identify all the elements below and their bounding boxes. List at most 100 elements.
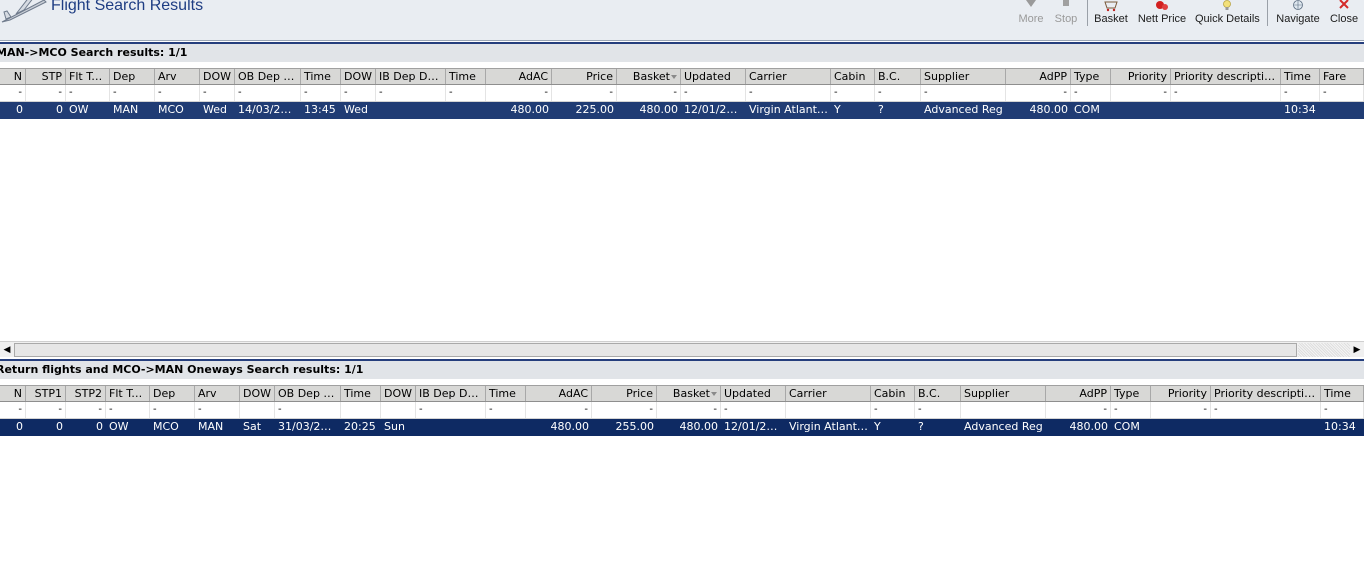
filter-cell[interactable]: - [616,85,681,101]
filter-cell[interactable]: - [875,85,921,101]
column-header[interactable]: Basket [616,69,681,84]
quick-details-button[interactable]: Quick Details [1195,0,1260,30]
filter-cell[interactable] [961,402,1046,418]
filter-cell[interactable]: - [1211,402,1321,418]
column-header[interactable]: Type [1071,69,1111,84]
basket-button[interactable]: Basket [1091,0,1131,30]
filter-cell[interactable]: - [915,402,961,418]
filter-cell[interactable]: - [301,85,341,101]
filter-cell[interactable]: - [195,402,240,418]
column-header[interactable]: B.C. [875,69,921,84]
column-header[interactable]: STP [26,69,66,84]
filter-cell[interactable]: - [376,85,446,101]
column-header[interactable]: OB Dep D... [235,69,301,84]
filter-cell[interactable]: - [0,402,26,418]
filter-cell[interactable]: - [1281,85,1320,101]
filter-cell[interactable]: - [1046,402,1111,418]
column-header[interactable]: Time [1321,386,1364,401]
filter-cell[interactable]: - [0,85,26,101]
table-row[interactable]: 0 0 0 OW MCO MAN Sat 31/03/2018 20:25 Sun 480.00 25… [0,419,1364,436]
column-header[interactable]: Updated [681,69,746,84]
column-header[interactable]: STP2 [66,386,106,401]
filter-cell[interactable] [341,402,381,418]
column-header[interactable]: OB Dep D... [275,386,341,401]
column-header[interactable]: DOW [200,69,235,84]
column-header[interactable]: Priority [1151,386,1211,401]
column-header[interactable]: Time [1281,69,1320,84]
filter-cell[interactable]: - [871,402,915,418]
filter-cell[interactable]: - [66,402,106,418]
filter-cell[interactable]: - [486,402,526,418]
column-header[interactable]: Carrier [746,69,831,84]
scroll-right-icon[interactable]: ▶ [1350,343,1364,357]
column-header[interactable]: Basket [656,386,721,401]
nett-price-button[interactable]: Nett Price [1136,0,1188,30]
filter-cell[interactable]: - [681,85,746,101]
column-header[interactable]: Time [486,386,526,401]
column-header[interactable]: Carrier [786,386,871,401]
filter-cell[interactable]: - [416,402,486,418]
filter-cell[interactable] [786,402,871,418]
filter-cell[interactable]: - [1111,85,1171,101]
column-header[interactable]: Dep [150,386,195,401]
column-header[interactable]: Fare [1320,69,1364,84]
column-header[interactable]: Cabin [831,69,875,84]
column-header[interactable]: Priority description [1211,386,1321,401]
navigate-button[interactable]: Navigate [1273,0,1323,30]
filter-cell[interactable]: - [526,402,592,418]
table-row[interactable]: 0 0 OW MAN MCO Wed 14/03/2018 13:45 Wed 480.00 225… [0,102,1364,119]
column-header[interactable]: Price [591,386,657,401]
scroll-left-icon[interactable]: ◀ [0,343,14,357]
column-header[interactable]: B.C. [915,386,961,401]
column-header[interactable]: Arv [195,386,240,401]
filter-cell[interactable]: - [656,402,721,418]
filter-cell[interactable]: - [746,85,831,101]
filter-cell[interactable]: - [721,402,786,418]
filter-cell[interactable]: - [1151,402,1211,418]
filter-cell[interactable]: - [200,85,235,101]
column-header[interactable]: N [0,386,26,401]
scrollbar-thumb[interactable] [14,343,1297,357]
column-header[interactable]: Flt Type [66,69,110,84]
filter-cell[interactable]: - [1111,402,1151,418]
filter-cell[interactable]: - [1071,85,1111,101]
close-button[interactable]: Close [1328,0,1360,30]
filter-cell[interactable]: - [150,402,195,418]
column-header[interactable]: Time [446,69,486,84]
column-header[interactable]: Supplier [921,69,1006,84]
filter-cell[interactable]: - [921,85,1006,101]
filter-cell[interactable]: - [155,85,200,101]
column-header[interactable]: IB Dep Date [376,69,446,84]
column-header[interactable]: Flt Type [106,386,150,401]
column-header[interactable]: Price [551,69,617,84]
filter-cell[interactable]: - [66,85,110,101]
filter-cell[interactable]: - [110,85,155,101]
column-header[interactable]: Priority description [1171,69,1281,84]
more-button[interactable]: More [1016,0,1046,30]
column-header[interactable]: Updated [721,386,786,401]
column-header[interactable]: Dep [110,69,155,84]
filter-cell[interactable]: - [26,402,66,418]
filter-cell[interactable]: - [341,85,376,101]
filter-cell[interactable]: - [275,402,341,418]
stop-button[interactable]: Stop [1051,0,1081,30]
filter-cell[interactable]: - [831,85,875,101]
filter-cell[interactable]: - [26,85,66,101]
filter-cell[interactable]: - [1006,85,1071,101]
filter-cell[interactable]: - [551,85,617,101]
column-header[interactable]: IB Dep Date [416,386,486,401]
column-header[interactable]: AdPP [1006,69,1071,84]
filter-cell[interactable]: - [446,85,486,101]
column-header[interactable]: Time [341,386,381,401]
column-header[interactable]: AdPP [1046,386,1111,401]
column-header[interactable]: Supplier [961,386,1046,401]
filter-cell[interactable]: - [591,402,657,418]
scrollbar-track[interactable] [1298,343,1350,357]
filter-cell[interactable]: - [486,85,552,101]
filter-cell[interactable]: - [1320,85,1364,101]
filter-cell[interactable]: - [235,85,301,101]
filter-cell[interactable] [381,402,416,418]
filter-cell[interactable]: - [1171,85,1281,101]
horizontal-scrollbar[interactable]: ◀ ▶ [0,341,1364,357]
column-header[interactable]: DOW [341,69,376,84]
